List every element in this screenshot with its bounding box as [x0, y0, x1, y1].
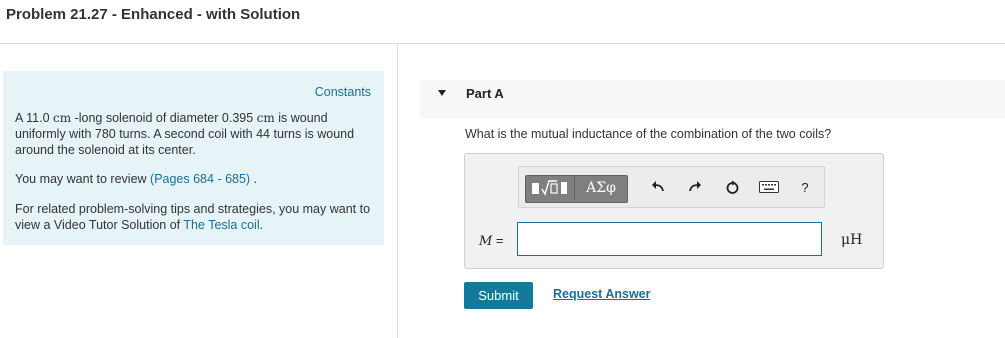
column-divider [397, 43, 398, 338]
statement-text: A 11.0 [15, 111, 53, 125]
collapse-triangle-icon[interactable] [438, 90, 446, 96]
header-divider [0, 43, 1005, 44]
unit-cm: cm [53, 111, 72, 125]
review-end: . [250, 172, 258, 186]
unit-cm: cm [256, 111, 275, 125]
math-toolbar: ΑΣφ ? [518, 166, 825, 208]
answer-box: ΑΣφ ? M = μH [464, 153, 884, 269]
redo-icon[interactable] [685, 177, 705, 197]
constants-link[interactable]: Constants [315, 84, 371, 100]
equals-sign: = [492, 233, 504, 248]
question-text: What is the mutual inductance of the com… [465, 127, 832, 141]
greek-symbols-button[interactable]: ΑΣφ [575, 176, 627, 200]
request-answer-link[interactable]: Request Answer [553, 287, 650, 301]
tesla-coil-link[interactable]: The Tesla coil [183, 218, 259, 232]
problem-panel: Constants A 11.0 cm -long solenoid of di… [3, 71, 384, 245]
pages-link[interactable]: (Pages 684 - 685) [150, 172, 250, 186]
help-icon[interactable]: ? [795, 177, 815, 197]
review-note: You may want to review (Pages 684 - 685)… [15, 171, 377, 187]
templates-icon [532, 180, 567, 196]
review-text: You may want to review [15, 172, 151, 186]
keyboard-icon[interactable] [757, 177, 781, 197]
undo-icon[interactable] [648, 177, 668, 197]
templates-button[interactable] [526, 176, 575, 200]
submit-button[interactable]: Submit [464, 282, 533, 309]
tips-note: For related problem-solving tips and str… [15, 201, 377, 233]
page-title: Problem 21.27 - Enhanced - with Solution [6, 6, 301, 23]
unit-label: μH [841, 232, 863, 248]
tips-end: . [259, 218, 264, 232]
variable-label: M = [479, 233, 504, 249]
problem-statement: A 11.0 cm -long solenoid of diameter 0.3… [15, 110, 377, 158]
reset-icon[interactable] [722, 177, 742, 197]
toolbar-button-group: ΑΣφ [525, 175, 628, 203]
part-a-header[interactable]: Part A [420, 80, 1005, 118]
variable-name: M [479, 234, 493, 249]
statement-text: -long solenoid of diameter 0.395 [71, 111, 257, 125]
answer-input[interactable] [517, 222, 822, 256]
part-label: Part A [466, 86, 504, 101]
